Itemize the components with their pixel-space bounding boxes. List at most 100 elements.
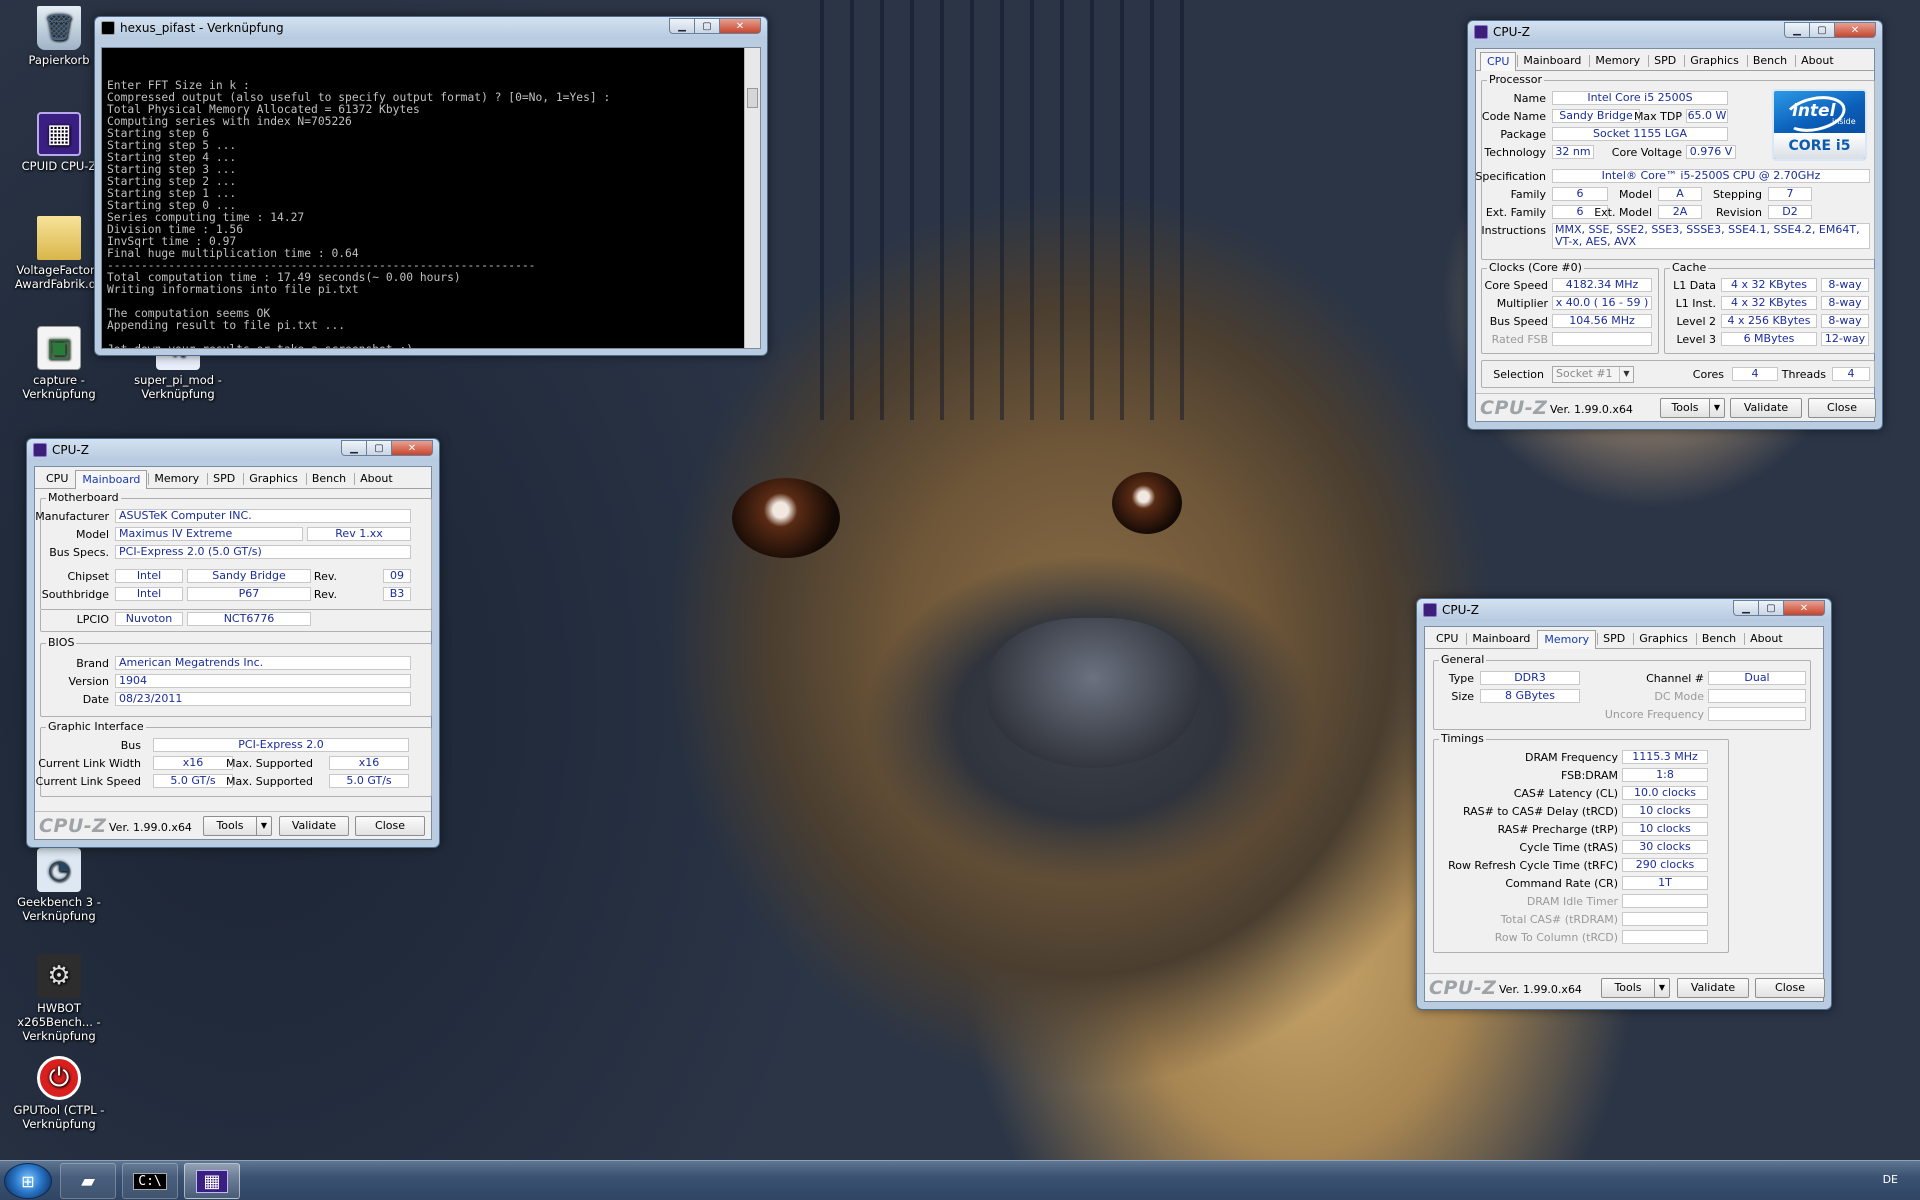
console-window[interactable]: hexus_pifast - Verknüpfung ▁ ▢ ✕ Enter F… [94, 16, 768, 356]
timing-label: Command Rate (CR) [1505, 877, 1618, 890]
tab-spd[interactable]: SPD [1596, 629, 1632, 648]
console-line: Appending result to file pi.txt ... [107, 319, 346, 332]
tab-memory[interactable]: Memory [1588, 51, 1647, 70]
validate-button[interactable]: Validate [1677, 978, 1749, 998]
console-title: hexus_pifast - Verknüpfung [120, 21, 284, 35]
mem-uncore [1708, 707, 1806, 721]
windows-logo-icon: ⊞ [21, 1171, 35, 1191]
timing-value: 1:8 [1622, 768, 1708, 782]
timing-value: 10.0 clocks [1622, 786, 1708, 800]
tab-about[interactable]: About [1794, 51, 1841, 70]
desktop-icon-gputool[interactable]: ⏻ GPUTool (CTPL - Verknüpfung [9, 1056, 109, 1131]
tools-dropdown-button[interactable]: ▼ [1710, 398, 1725, 418]
maximize-button[interactable]: ▢ [366, 440, 391, 456]
tab-memory[interactable]: Memory [147, 469, 206, 488]
console-output[interactable]: Enter FFT Size in k : Compressed output (… [101, 47, 761, 349]
close-button[interactable]: Close [1808, 398, 1876, 418]
hwbot-icon: ⚙ [37, 954, 81, 998]
close-button[interactable]: ✕ [719, 18, 761, 34]
close-button[interactable]: Close [1755, 978, 1825, 998]
tab-memory[interactable]: Memory [1537, 630, 1597, 649]
tab-cpu[interactable]: CPU [1480, 52, 1517, 71]
geekbench-icon: ◔ [37, 848, 81, 892]
cpuz-bottom-bar: CPU-Z Ver. 1.99.0.x64 Tools ▼ Validate C… [1425, 973, 1825, 1001]
tab-about[interactable]: About [1743, 629, 1790, 648]
chevron-down-icon: ▼ [1619, 367, 1633, 382]
cpuz-titlebar[interactable]: CPU-Z ▁ ▢ ✕ [1417, 599, 1831, 621]
console-taskbar-button[interactable]: C:\ [122, 1163, 178, 1199]
close-button[interactable]: ✕ [391, 440, 433, 456]
minimize-button[interactable]: ▁ [669, 18, 694, 34]
maximize-button[interactable]: ▢ [1758, 600, 1783, 616]
cpuz-cpu-window[interactable]: CPU-Z ▁ ▢ ✕ CPU Mainboard Memory SPD Gra… [1467, 20, 1883, 430]
tab-graphics[interactable]: Graphics [1632, 629, 1695, 648]
console-scrollbar[interactable] [744, 48, 760, 348]
scrollbar-thumb[interactable] [747, 88, 758, 108]
minimize-button[interactable]: ▁ [1784, 22, 1809, 38]
cpuz-mainboard-window[interactable]: CPU-Z ▁ ▢ ✕ CPU Mainboard Memory SPD Gra… [26, 438, 440, 848]
tab-about[interactable]: About [353, 469, 400, 488]
minimize-button[interactable]: ▁ [341, 440, 366, 456]
tools-button[interactable]: Tools [1601, 978, 1655, 998]
tab-bench[interactable]: Bench [305, 469, 353, 488]
tab-mainboard[interactable]: Mainboard [1516, 51, 1588, 70]
cpuz-titlebar[interactable]: CPU-Z ▁ ▢ ✕ [1468, 21, 1882, 43]
timing-label: CAS# Latency (CL) [1513, 787, 1618, 800]
cache-l3-way: 12-way [1821, 332, 1869, 346]
tools-dropdown-button[interactable]: ▼ [1655, 978, 1670, 998]
tools-button[interactable]: Tools [1660, 398, 1710, 418]
console-icon [101, 21, 115, 35]
tab-spd[interactable]: SPD [206, 469, 242, 488]
tab-cpu[interactable]: CPU [1429, 629, 1465, 648]
tab-graphics[interactable]: Graphics [242, 469, 305, 488]
bios-version: 1904 [115, 674, 411, 688]
language-indicator[interactable]: DE [1883, 1173, 1898, 1186]
tools-dropdown-button[interactable]: ▼ [257, 816, 272, 836]
cpuz-bottom-bar: CPU-Z Ver. 1.99.0.x64 Tools ▼ Validate C… [1476, 393, 1876, 421]
cpu-stepping: 7 [1768, 187, 1812, 201]
bios-group: BIOS Brand American Megatrends Inc. Vers… [40, 636, 432, 717]
tab-bench[interactable]: Bench [1746, 51, 1794, 70]
maximize-button[interactable]: ▢ [694, 18, 719, 34]
socket-select[interactable]: Socket #1 ▼ [1552, 366, 1634, 383]
close-button[interactable]: ✕ [1783, 600, 1825, 616]
desktop-icon-hwbot[interactable]: ⚙ HWBOT x265Bench... - Verknüpfung [9, 954, 109, 1043]
cpu-technology: 32 nm [1552, 145, 1594, 159]
close-button[interactable]: Close [355, 816, 425, 836]
tab-spd[interactable]: SPD [1647, 51, 1683, 70]
tools-button[interactable]: Tools [203, 816, 257, 836]
tab-mainboard[interactable]: Mainboard [1465, 629, 1537, 648]
validate-button[interactable]: Validate [1730, 398, 1802, 418]
explorer-taskbar-button[interactable]: ▰ [60, 1163, 116, 1199]
minimize-button[interactable]: ▁ [1733, 600, 1758, 616]
start-button[interactable]: ⊞ [4, 1163, 52, 1199]
cpu-corevoltage: 0.976 V [1686, 145, 1736, 159]
mb-lpcio-vendor: Nuvoton [115, 612, 183, 626]
close-button[interactable]: ✕ [1834, 22, 1876, 38]
console-titlebar[interactable]: hexus_pifast - Verknüpfung ▁ ▢ ✕ [95, 17, 767, 39]
tab-graphics[interactable]: Graphics [1683, 51, 1746, 70]
timing-label: RAS# to CAS# Delay (tRCD) [1462, 805, 1618, 818]
mb-manufacturer: ASUSTeK Computer INC. [115, 509, 411, 523]
desktop-icon-geekbench[interactable]: ◔ Geekbench 3 - Verknüpfung [9, 848, 109, 923]
gi-linkwidth: x16 [153, 756, 233, 770]
cpuz-taskbar-button[interactable]: ▦ [184, 1163, 240, 1199]
cpuz-cpu-client: CPU Mainboard Memory SPD Graphics Bench … [1475, 48, 1876, 422]
cpuz-titlebar[interactable]: CPU-Z ▁ ▢ ✕ [27, 439, 439, 461]
validate-button[interactable]: Validate [279, 816, 349, 836]
cpu-busspeed: 104.56 MHz [1552, 314, 1652, 328]
tab-bench[interactable]: Bench [1695, 629, 1743, 648]
timing-value [1622, 930, 1708, 944]
tab-mainboard[interactable]: Mainboard [75, 470, 148, 489]
mb-chipset: Sandy Bridge [187, 569, 311, 583]
cpuz-memory-window[interactable]: CPU-Z ▁ ▢ ✕ CPU Mainboard Memory SPD Gra… [1416, 598, 1832, 1010]
tab-cpu[interactable]: CPU [39, 469, 75, 488]
cache-l1data: 4 x 32 KBytes [1721, 278, 1817, 292]
recycle-bin-icon: 🗑 [37, 6, 81, 50]
cache-l2: 4 x 256 KBytes [1721, 314, 1817, 328]
lpcio-row: LPCIO Nuvoton NCT6776 [40, 610, 432, 632]
cpuz-mainboard-client: CPU Mainboard Memory SPD Graphics Bench … [34, 466, 432, 840]
timing-label: FSB:DRAM [1560, 769, 1618, 782]
motherboard-group: Motherboard Manufacturer ASUSTeK Compute… [35, 491, 432, 610]
maximize-button[interactable]: ▢ [1809, 22, 1834, 38]
